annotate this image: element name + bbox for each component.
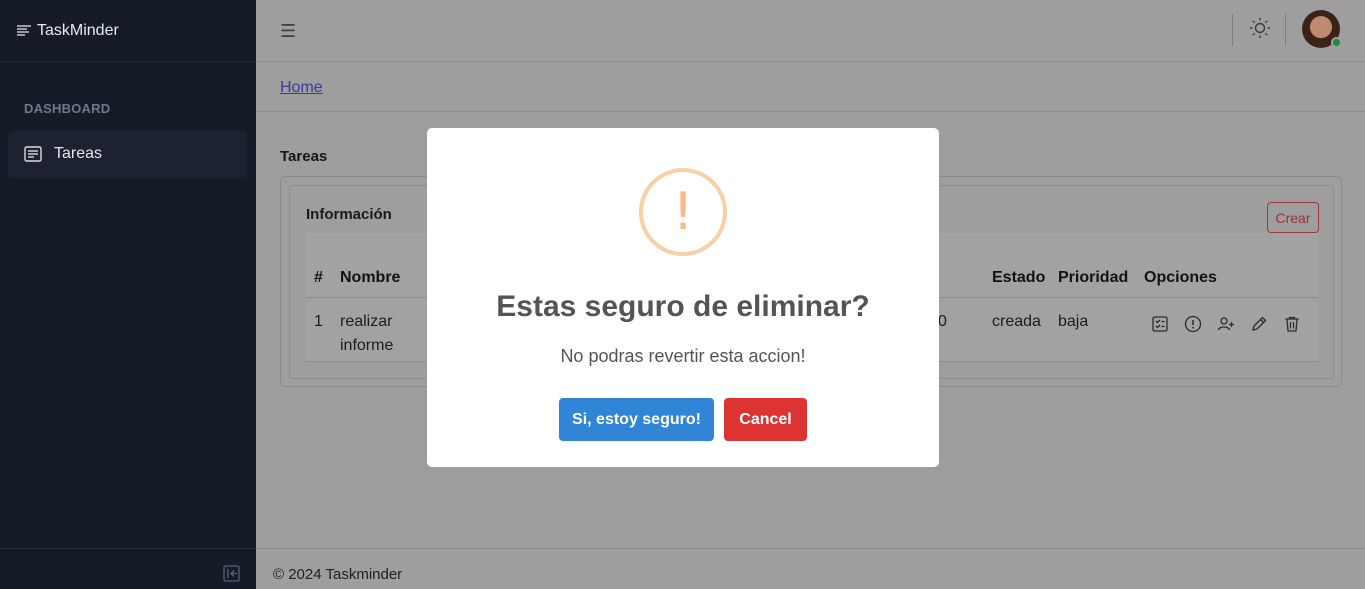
menu-toggle-icon[interactable]: ☰ bbox=[280, 21, 296, 42]
column-header: Nombre bbox=[340, 269, 401, 286]
top-bar: ☰ bbox=[256, 0, 1365, 62]
column-header: Estado bbox=[992, 269, 1046, 286]
footer: © 2024 Taskminder bbox=[256, 548, 1365, 589]
partial-cell: 0 bbox=[938, 313, 947, 330]
brand[interactable]: TaskMinder bbox=[0, 0, 256, 62]
collapse-sidebar-icon[interactable] bbox=[223, 565, 240, 582]
page-title: Tareas bbox=[280, 148, 328, 165]
confirm-dialog: ! Estas seguro de eliminar? No podras re… bbox=[427, 128, 939, 467]
sidebar-section-label: DASHBOARD bbox=[24, 101, 111, 116]
task-name-line: realizar bbox=[340, 313, 393, 330]
divider bbox=[1285, 14, 1286, 46]
checklist-icon[interactable] bbox=[1151, 315, 1169, 333]
row-number: 1 bbox=[314, 313, 323, 330]
sidebar: TaskMinder DASHBOARD Tareas bbox=[0, 0, 256, 589]
task-name-line: informe bbox=[340, 337, 394, 354]
assign-user-icon[interactable] bbox=[1217, 315, 1235, 333]
cancel-button[interactable]: Cancel bbox=[724, 398, 807, 441]
logo-icon bbox=[17, 24, 31, 36]
theme-toggle-sun-icon[interactable] bbox=[1249, 17, 1271, 39]
sidebar-footer bbox=[0, 548, 256, 589]
info-alert-icon[interactable] bbox=[1184, 315, 1202, 333]
list-icon bbox=[24, 146, 42, 162]
breadcrumb-home-link[interactable]: Home bbox=[280, 79, 323, 97]
sidebar-item-tareas[interactable]: Tareas bbox=[8, 130, 247, 178]
delete-trash-icon[interactable] bbox=[1283, 315, 1301, 333]
dialog-text: No podras revertir esta accion! bbox=[560, 346, 806, 366]
task-priority: baja bbox=[1058, 313, 1089, 330]
footer-text: © 2024 Taskminder bbox=[273, 566, 403, 583]
column-header: Opciones bbox=[1144, 269, 1217, 286]
brand-name: TaskMinder bbox=[37, 21, 119, 39]
divider bbox=[1232, 14, 1233, 46]
task-status: creada bbox=[992, 313, 1041, 330]
online-status-dot bbox=[1331, 37, 1342, 48]
breadcrumb: Home bbox=[256, 63, 1365, 112]
sidebar-item-label: Tareas bbox=[54, 145, 103, 162]
column-header: Prioridad bbox=[1058, 269, 1129, 286]
task-name: realizar informe bbox=[340, 310, 393, 358]
create-button[interactable]: Crear bbox=[1267, 202, 1319, 233]
warning-icon: ! bbox=[639, 168, 727, 256]
column-header: # bbox=[314, 269, 323, 286]
card-title: Información bbox=[306, 206, 392, 223]
user-avatar[interactable] bbox=[1302, 10, 1342, 48]
dialog-title: Estas seguro de eliminar? bbox=[496, 290, 870, 323]
edit-pencil-icon[interactable] bbox=[1250, 315, 1268, 333]
confirm-button[interactable]: Si, estoy seguro! bbox=[559, 398, 714, 441]
